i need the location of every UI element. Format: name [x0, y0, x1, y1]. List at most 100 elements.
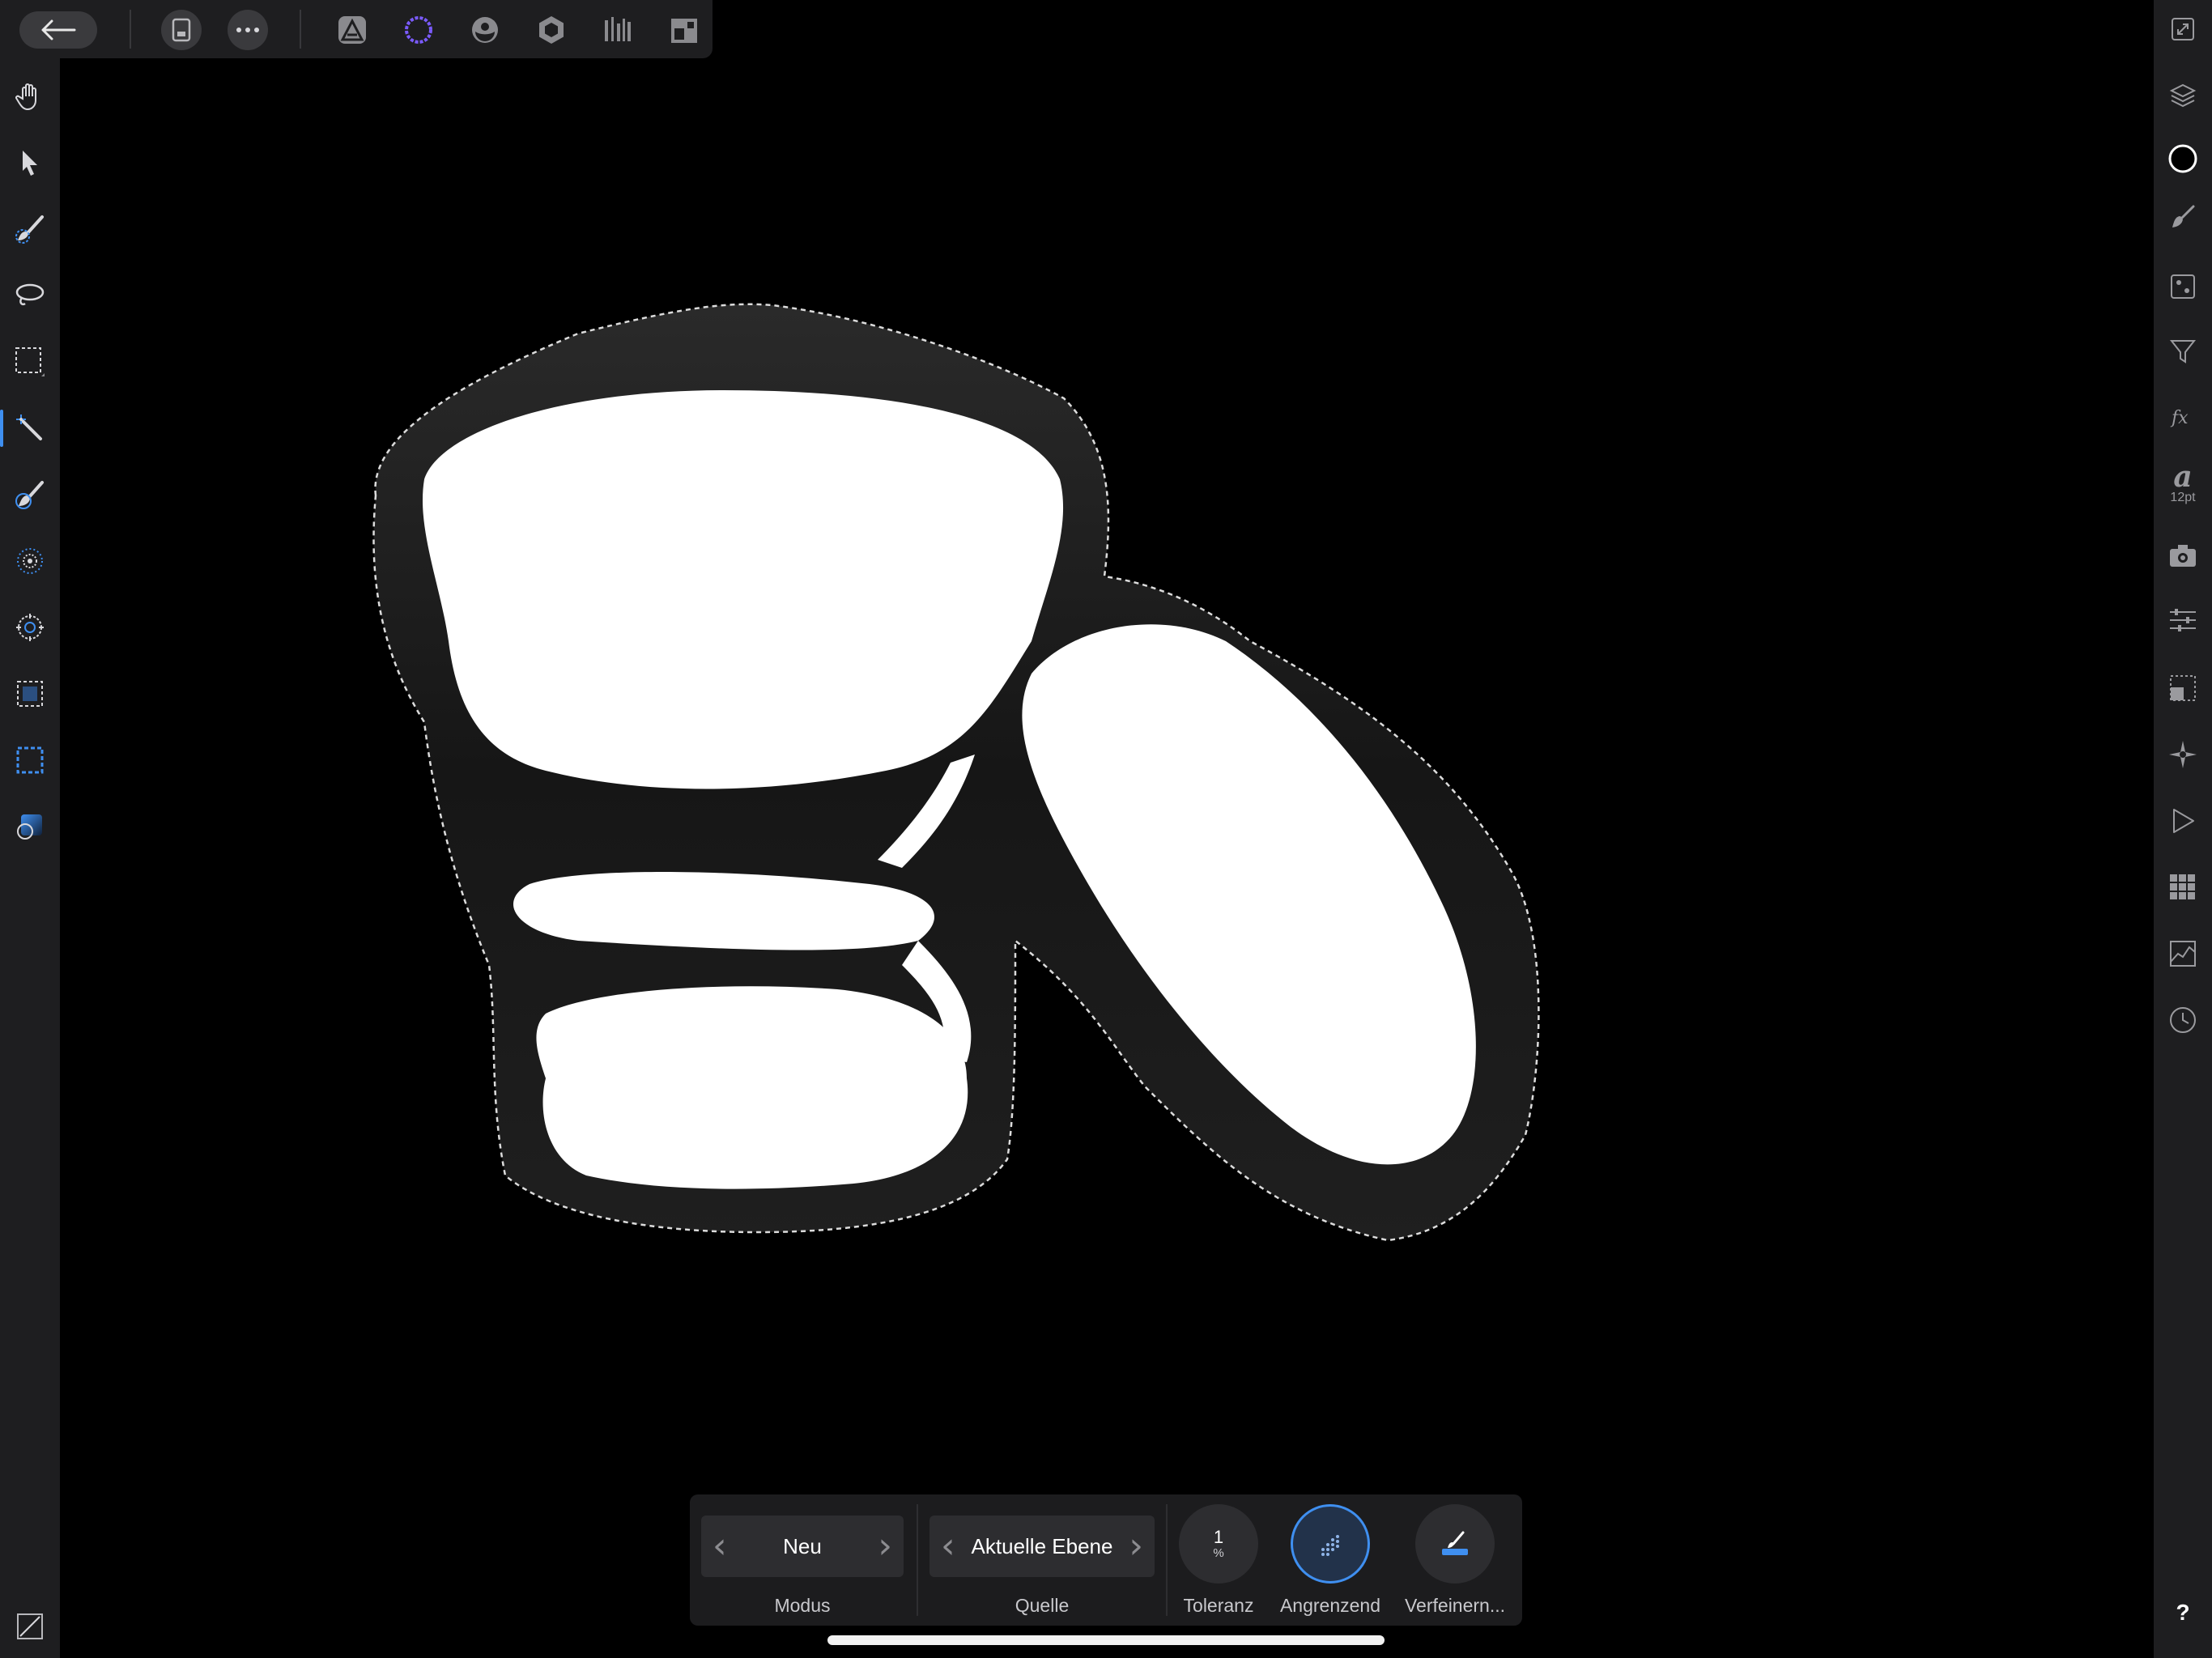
layout-persona-button[interactable]	[664, 10, 704, 50]
color-swatch-icon	[2168, 144, 2197, 173]
document-icon	[172, 18, 191, 42]
fx-studio-button[interactable]: fx	[2154, 389, 2212, 447]
sliders-studio-button[interactable]	[2154, 591, 2212, 649]
studio-panel: fx a 12pt ?	[2154, 0, 2212, 1658]
canvas-artwork[interactable]	[60, 58, 2154, 1658]
export-persona-icon	[605, 17, 631, 41]
move-tool[interactable]	[0, 133, 60, 193]
macro-studio-button[interactable]	[2154, 792, 2212, 850]
image-histogram-icon	[2170, 941, 2196, 967]
chevron-left-icon[interactable]: ‹	[713, 1528, 727, 1564]
play-icon	[2173, 809, 2194, 833]
transform-studio-button[interactable]	[2154, 659, 2212, 717]
freehand-selection-tool[interactable]	[0, 266, 60, 325]
camera-icon	[2170, 545, 2196, 567]
develop-persona-button[interactable]	[465, 10, 505, 50]
help-button[interactable]: ?	[2154, 1584, 2212, 1642]
contiguous-label: Angrenzend	[1279, 1595, 1381, 1616]
hand-icon	[15, 83, 36, 111]
text-styles-studio-button[interactable]: a 12pt	[2154, 455, 2212, 513]
mode-stepper[interactable]: ‹ Neu ›	[701, 1516, 904, 1577]
brushes-studio-button[interactable]	[2154, 188, 2212, 246]
chevron-right-icon[interactable]: ›	[1129, 1528, 1143, 1564]
canvas[interactable]	[60, 58, 2154, 1658]
context-divider	[917, 1504, 918, 1616]
tone-mapping-persona-button[interactable]	[531, 10, 572, 50]
navigator-studio-button[interactable]	[2154, 725, 2212, 784]
channels-studio-button[interactable]	[2154, 858, 2212, 916]
fullscreen-button[interactable]	[2154, 0, 2212, 58]
pointer-icon	[23, 151, 37, 176]
refine-label: Verfeinern...	[1404, 1595, 1506, 1616]
white-blob-top	[422, 390, 1064, 789]
svg-text:fx: fx	[2170, 408, 2189, 428]
radial-tool[interactable]	[0, 531, 60, 591]
contiguous-dots-icon	[1321, 1535, 1339, 1556]
help-icon: ?	[2176, 1600, 2190, 1625]
filter-funnel-icon	[2169, 340, 2197, 363]
more-button[interactable]	[228, 10, 268, 50]
marquee-frame-tool[interactable]	[0, 730, 60, 790]
tone-mapping-persona-icon	[539, 16, 564, 44]
paint-brush-tool[interactable]	[0, 465, 60, 525]
dashed-frame-icon	[17, 681, 43, 707]
layers-studio-button[interactable]	[2154, 66, 2212, 125]
export-persona-button[interactable]	[598, 10, 638, 50]
context-toolbar: ‹ Neu › Modus ‹ Aktuelle Ebene › Quelle …	[690, 1494, 1522, 1626]
selection-brush-icon	[15, 215, 44, 244]
history-studio-button[interactable]	[2154, 991, 2212, 1049]
photo-persona-icon	[338, 16, 366, 44]
curve-icon	[17, 1613, 43, 1639]
lasso-icon	[15, 283, 45, 306]
adjustments-icon	[2171, 274, 2195, 299]
tolerance-dial[interactable]: 1 %	[1179, 1504, 1258, 1584]
tolerance-value: 1	[1213, 1527, 1224, 1547]
mode-value: Neu	[783, 1533, 822, 1558]
source-stepper[interactable]: ‹ Aktuelle Ebene ›	[929, 1516, 1155, 1577]
grid-icon	[2170, 874, 2195, 899]
marquee-rectangle-icon	[15, 347, 45, 376]
hand-tool[interactable]	[0, 66, 60, 126]
filters-studio-button[interactable]	[2154, 322, 2212, 380]
curve-settings-tool[interactable]	[0, 1596, 60, 1656]
photo-persona-button[interactable]	[332, 10, 372, 50]
contiguous-toggle[interactable]	[1291, 1504, 1370, 1584]
gradient-tool[interactable]	[0, 797, 60, 857]
color-studio-button[interactable]	[2154, 130, 2212, 188]
tools-panel	[0, 58, 60, 1658]
toolbar-divider	[130, 10, 131, 49]
toolbar-divider	[300, 10, 301, 49]
liquify-persona-button[interactable]	[398, 10, 439, 50]
brush-icon	[15, 481, 44, 509]
target-tool[interactable]	[0, 597, 60, 657]
layout-persona-icon	[671, 19, 697, 43]
crop-tool[interactable]	[0, 664, 60, 724]
arrow-left-icon	[41, 19, 76, 40]
refine-button[interactable]	[1415, 1504, 1495, 1584]
app: fx a 12pt ? ‹ Neu › Modus ‹ Aktuelle Ebe…	[0, 0, 2212, 1658]
liquify-persona-icon	[405, 16, 432, 44]
home-indicator[interactable]	[827, 1635, 1385, 1645]
chevron-left-icon[interactable]: ‹	[941, 1528, 955, 1564]
magic-wand-icon	[16, 414, 42, 440]
flood-select-tool[interactable]	[0, 398, 60, 458]
develop-persona-icon	[472, 17, 498, 43]
source-label: Quelle	[1015, 1595, 1070, 1616]
target-icon	[16, 614, 44, 641]
tolerance-unit: %	[1213, 1546, 1224, 1560]
rectangular-marquee-tool[interactable]	[0, 332, 60, 392]
brush-studio-icon	[2172, 205, 2195, 227]
document-button[interactable]	[161, 10, 202, 50]
source-value: Aktuelle Ebene	[971, 1533, 1113, 1558]
back-button[interactable]	[19, 11, 97, 49]
adjustments-studio-button[interactable]	[2154, 257, 2212, 316]
selection-brush-tool[interactable]	[0, 199, 60, 259]
ellipsis-icon	[236, 28, 259, 32]
refine-brush-icon	[1442, 1531, 1468, 1555]
fullscreen-icon	[2172, 18, 2194, 40]
stock-studio-button[interactable]	[2154, 526, 2212, 585]
layers-icon	[2169, 83, 2197, 108]
histogram-studio-button[interactable]	[2154, 925, 2212, 983]
font-a-icon: a	[2173, 460, 2193, 494]
chevron-right-icon[interactable]: ›	[878, 1528, 892, 1564]
